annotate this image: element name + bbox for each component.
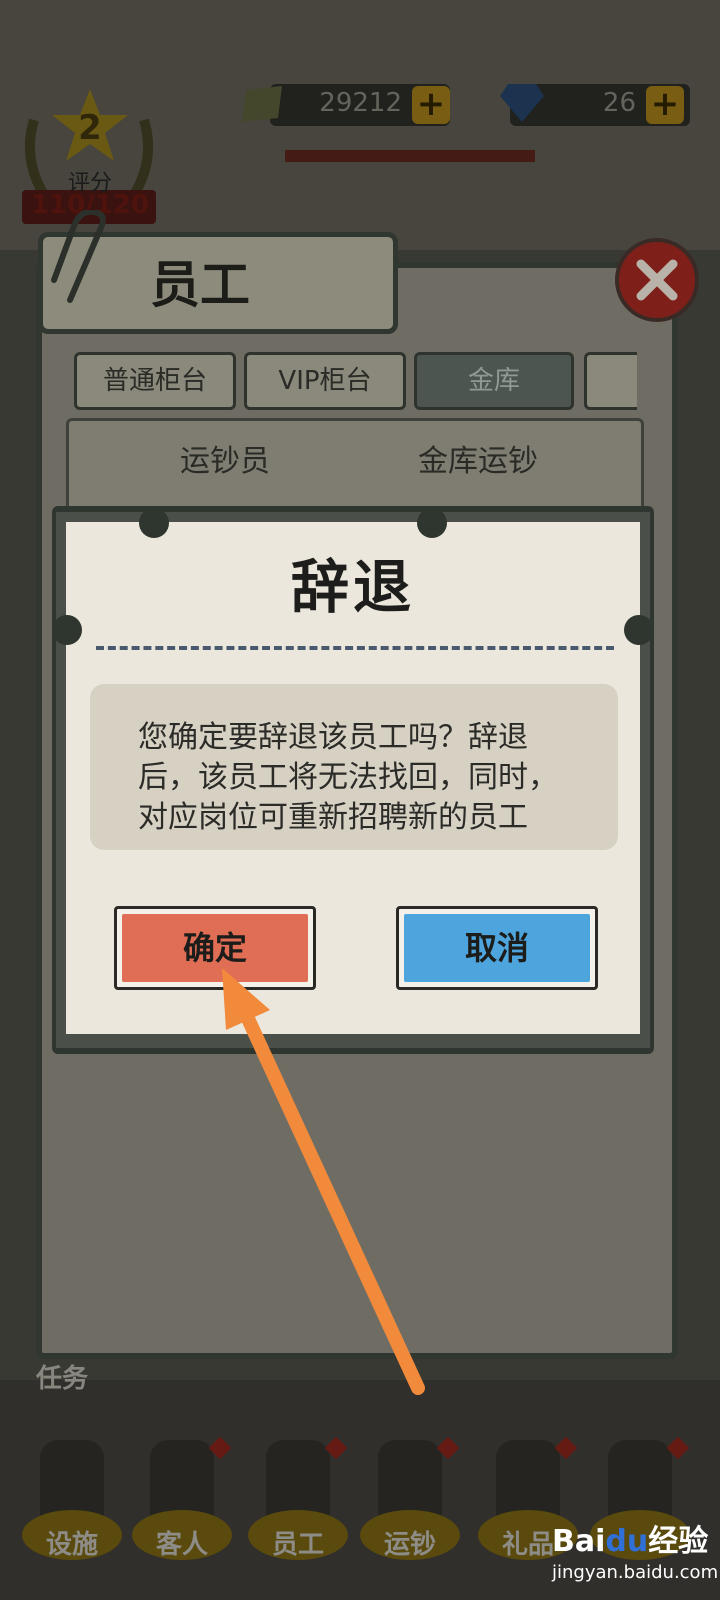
message-line: 您确定要辞退该员工吗？辞退: [138, 720, 528, 755]
watermark-logo-part: du: [605, 1524, 649, 1559]
dialog-title: 辞退: [290, 553, 415, 621]
dialog-message: 您确定要辞退该员工吗？辞退 后，该员工将无法找回，同时， 对应岗位可重新招聘新的…: [138, 718, 578, 838]
cancel-label: 取消: [464, 929, 529, 967]
close-button[interactable]: [615, 238, 699, 322]
tab-more[interactable]: [584, 352, 637, 410]
column-header-courier: 运钞员: [180, 444, 270, 479]
watermark-logo-part: Bai: [552, 1524, 606, 1559]
dashed-divider: [96, 646, 614, 650]
watermark-url: jingyan.baidu.com: [552, 1562, 719, 1583]
tab-label: 金库: [467, 366, 520, 396]
watermark-logo: Baidu经验: [552, 1516, 708, 1560]
tab-vip-counter[interactable]: VIP柜台: [244, 352, 406, 410]
paperclip-icon: [51, 210, 106, 303]
dialog-notch: [139, 508, 169, 538]
column-header-vault-courier: 金库运钞: [418, 444, 538, 479]
tab-label: VIP柜台: [278, 366, 372, 396]
cancel-button[interactable]: 取消: [396, 906, 598, 990]
tab-label: 普通柜台: [102, 366, 207, 396]
baidu-watermark: Baidu经验 jingyan.baidu.com: [552, 1510, 720, 1590]
panel-title: 员工: [150, 256, 250, 314]
tab-vault[interactable]: 金库: [414, 352, 574, 410]
tab-normal-counter[interactable]: 普通柜台: [74, 352, 236, 410]
watermark-logo-part: 经验: [648, 1524, 709, 1559]
message-line: 对应岗位可重新招聘新的员工: [138, 800, 528, 835]
confirm-label: 确定: [182, 929, 247, 967]
dialog-notch: [417, 508, 447, 538]
message-line: 后，该员工将无法找回，同时，: [138, 760, 558, 795]
confirm-button[interactable]: 确定: [114, 906, 316, 990]
close-icon: [636, 259, 678, 301]
